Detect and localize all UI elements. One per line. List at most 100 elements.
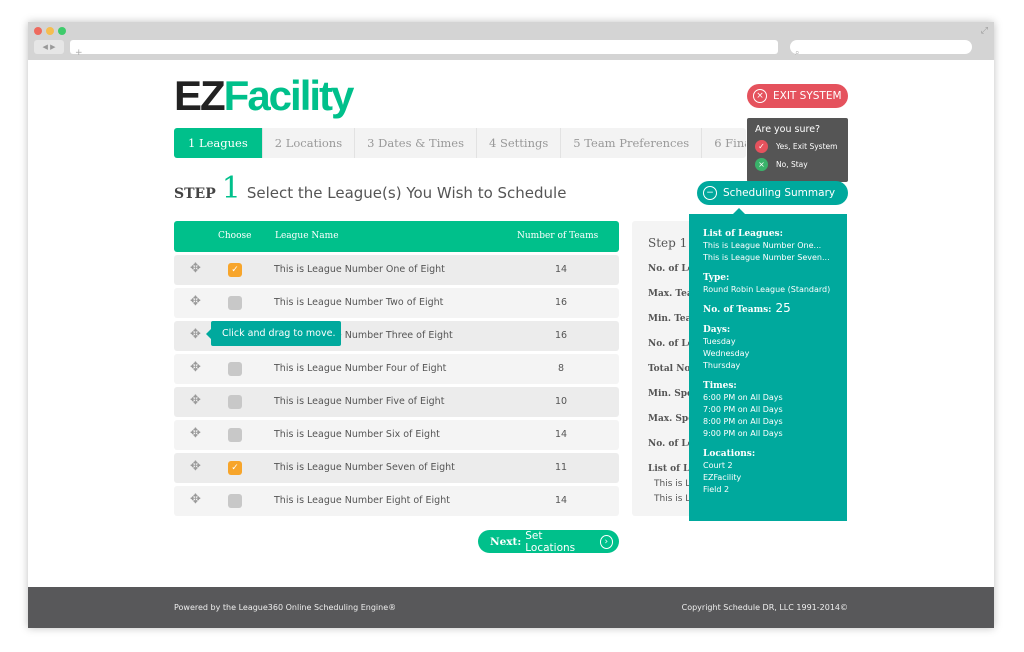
league-name: This is League Number Seven of Eight — [274, 462, 455, 473]
header-league-name: League Name — [275, 231, 339, 241]
move-handle-icon[interactable]: ✥ — [190, 426, 201, 441]
league-checkbox[interactable] — [228, 296, 242, 310]
exit-system-button[interactable]: × EXIT SYSTEM — [747, 84, 848, 108]
page-title: STEP 1 Select the League(s) You Wish to … — [174, 174, 567, 204]
leagues-table: Choose League Name Number of Teams ✥ ✓ Thi… — [174, 221, 619, 516]
summary-heading: Days: — [703, 325, 731, 335]
yes-exit-button[interactable]: ✓ Yes, Exit System — [755, 140, 840, 153]
drag-tooltip: Click and drag to move. — [206, 321, 341, 346]
next-label: Set Locations — [525, 529, 576, 554]
header-choose: Choose — [218, 231, 252, 241]
search-icon: ⌕ — [795, 48, 800, 57]
team-count: 11 — [554, 462, 568, 473]
table-row[interactable]: ✥ ✓ This is League Number Seven of Eight 11 — [174, 453, 619, 483]
confirm-title: Are you sure? — [755, 124, 821, 135]
forward-icon[interactable]: ▶ — [50, 43, 55, 51]
fullscreen-icon[interactable]: ⤢ — [981, 26, 988, 36]
header-number-of-teams: Number of Teams — [517, 231, 599, 241]
table-row[interactable]: ✥ This is League Number Six of Eight 14 — [174, 420, 619, 450]
table-row[interactable]: ✥ This is League Number Four of Eight 8 — [174, 354, 619, 384]
tab-step-5[interactable]: 5 Team Preferences — [561, 128, 703, 158]
summary-teams-value: 25 — [775, 301, 791, 315]
summary-value: 8:00 PM on All Days — [703, 417, 783, 426]
back-forward-buttons[interactable]: ◀ ▶ — [34, 40, 64, 54]
popup-arrow — [733, 208, 745, 214]
summary-value: 9:00 PM on All Days — [703, 429, 783, 438]
team-count: 16 — [554, 297, 568, 308]
exit-label: EXIT SYSTEM — [773, 90, 842, 102]
move-handle-icon[interactable]: ✥ — [190, 294, 201, 309]
league-checkbox[interactable]: ✓ — [228, 461, 242, 475]
close-window-button[interactable] — [34, 27, 42, 35]
league-name: This is League Number One of Eight — [274, 264, 445, 275]
team-count: 8 — [557, 363, 565, 374]
table-row[interactable]: ✥ This is League Number Two of Eight 16 — [174, 288, 619, 318]
browser-window: ◀ ▶ + ⌕ ⤢ EZFacility × EXIT SYSTEM Are yo… — [28, 22, 994, 628]
yes-label: Yes, Exit System — [776, 142, 838, 151]
table-row[interactable]: ✥ This is League Number Eight of Eight 14 — [174, 486, 619, 516]
team-count: 10 — [554, 396, 568, 407]
summary-heading: No. of Teams: — [703, 305, 772, 315]
league-checkbox[interactable] — [228, 362, 242, 376]
tab-step-6[interactable]: 6 Finalize — [702, 128, 746, 158]
new-tab-icon[interactable]: + — [75, 48, 83, 58]
summary-value: Round Robin League (Standard) — [703, 285, 831, 294]
summary-value: Wednesday — [703, 349, 750, 358]
league-checkbox[interactable]: ✓ — [228, 263, 242, 277]
summary-value: Tuesday — [703, 337, 736, 346]
browser-toolbar: ◀ ▶ + ⌕ ⤢ — [28, 22, 994, 60]
minimize-window-button[interactable] — [46, 27, 54, 35]
table-row[interactable]: ✥ ✓ This is League Number One of Eight 14 — [174, 255, 619, 285]
league-name: This is League Number Six of Eight — [274, 429, 440, 440]
team-count: 14 — [554, 429, 568, 440]
summary-button-label: Scheduling Summary — [723, 187, 836, 199]
check-icon: ✓ — [755, 140, 768, 153]
address-bar[interactable]: + — [70, 40, 778, 58]
footer: Powered by the League360 Online Scheduli… — [28, 587, 994, 628]
minus-circle-icon: − — [703, 186, 717, 200]
back-icon[interactable]: ◀ — [42, 43, 47, 51]
move-handle-icon[interactable]: ✥ — [190, 327, 201, 342]
move-handle-icon[interactable]: ✥ — [190, 261, 201, 276]
team-count: 14 — [554, 495, 568, 506]
summary-heading: Type: — [703, 273, 730, 283]
team-count: 14 — [554, 264, 568, 275]
table-row[interactable]: ✥ This is League Number Five of Eight 10 — [174, 387, 619, 417]
summary-value: Field 2 — [703, 485, 730, 494]
league-checkbox[interactable] — [228, 395, 242, 409]
summary-teams: No. of Teams: 25 — [703, 302, 833, 316]
move-handle-icon[interactable]: ✥ — [190, 459, 201, 474]
step-title: Select the League(s) You Wish to Schedul… — [246, 184, 567, 202]
league-name: This is League Number Eight of Eight — [274, 495, 450, 506]
tab-step-4[interactable]: 4 Settings — [477, 128, 562, 158]
tab-step-2[interactable]: 2 Locations — [263, 128, 356, 158]
ezfacility-logo: EZFacility — [174, 72, 354, 119]
next-set-locations-button[interactable]: Next: Set Locations › — [478, 529, 619, 554]
move-handle-icon[interactable]: ✥ — [190, 492, 201, 507]
footer-copyright: Copyright Schedule DR, LLC 1991-2014© — [681, 603, 848, 612]
browser-search-input[interactable]: ⌕ — [790, 40, 972, 57]
tab-step-1[interactable]: 1 Leagues — [174, 128, 263, 158]
summary-heading: Times: — [703, 381, 737, 391]
wizard-steps: 1 Leagues 2 Locations 3 Dates & Times 4 Set… — [174, 128, 746, 158]
move-handle-icon[interactable]: ✥ — [190, 360, 201, 375]
summary-value: Court 2 — [703, 461, 733, 470]
summary-value: EZFacility — [703, 473, 742, 482]
summary-value: Thursday — [703, 361, 741, 370]
league-checkbox[interactable] — [228, 428, 242, 442]
league-name: This is League Number Four of Eight — [274, 363, 447, 374]
next-bold: Next: — [490, 535, 522, 548]
league-name: This is League Number Five of Eight — [274, 396, 445, 407]
no-label: No, Stay — [776, 160, 808, 169]
scheduling-summary-button[interactable]: − Scheduling Summary — [697, 181, 848, 205]
summary-heading: Locations: — [703, 449, 756, 459]
footer-powered-by: Powered by the League360 Online Scheduli… — [174, 603, 397, 612]
x-icon: × — [755, 158, 768, 171]
maximize-window-button[interactable] — [58, 27, 66, 35]
no-stay-button[interactable]: × No, Stay — [755, 158, 840, 171]
tooltip-arrow — [206, 329, 211, 339]
tab-step-3[interactable]: 3 Dates & Times — [355, 128, 478, 158]
league-checkbox[interactable] — [228, 494, 242, 508]
summary-value: This is League Number Seven... — [703, 253, 830, 262]
move-handle-icon[interactable]: ✥ — [190, 393, 201, 408]
